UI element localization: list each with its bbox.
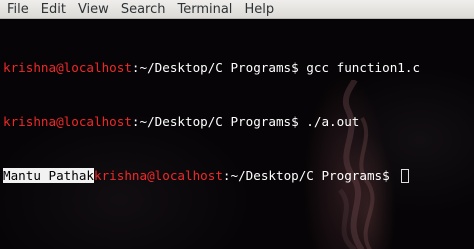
terminal-line-3: Mantu Pathakkrishna@localhost:~/Desktop/…: [3, 167, 420, 185]
prompt-user-host: krishna@localhost: [94, 168, 223, 183]
menu-terminal[interactable]: Terminal: [171, 0, 238, 19]
prompt-user-host: krishna@localhost: [3, 60, 132, 75]
program-output-selected[interactable]: Mantu Pathak: [3, 168, 94, 183]
prompt-path: :~/Desktop/C Programs$: [222, 168, 398, 183]
terminal-line-1: krishna@localhost:~/Desktop/C Programs$ …: [3, 59, 420, 77]
terminal-output: krishna@localhost:~/Desktop/C Programs$ …: [3, 23, 420, 221]
menu-view[interactable]: View: [72, 0, 115, 19]
text-cursor: [401, 169, 410, 183]
command-text: gcc function1.c: [306, 60, 421, 75]
menu-search[interactable]: Search: [115, 0, 172, 19]
menu-help[interactable]: Help: [238, 0, 280, 19]
prompt-path: :~/Desktop/C Programs$: [131, 60, 307, 75]
prompt-user-host: krishna@localhost: [3, 114, 132, 129]
terminal-area[interactable]: krishna@localhost:~/Desktop/C Programs$ …: [0, 20, 474, 249]
terminal-line-2: krishna@localhost:~/Desktop/C Programs$ …: [3, 113, 420, 131]
terminal-window: File Edit View Search Terminal Help kris…: [0, 0, 474, 249]
menu-file[interactable]: File: [0, 0, 35, 19]
prompt-path: :~/Desktop/C Programs$: [131, 114, 307, 129]
command-text: ./a.out: [306, 114, 360, 129]
menu-bar: File Edit View Search Terminal Help: [0, 0, 474, 19]
menu-edit[interactable]: Edit: [35, 0, 72, 19]
